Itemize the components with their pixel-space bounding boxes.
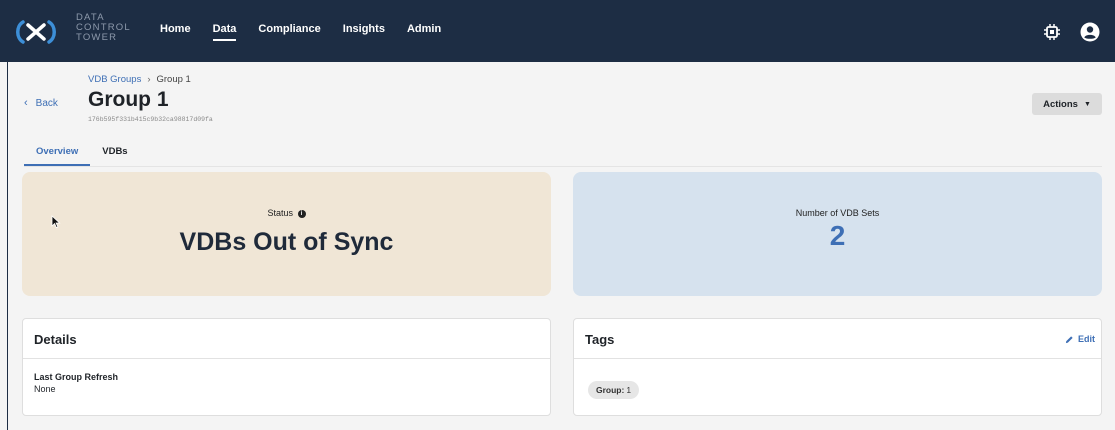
back-label: Back: [35, 97, 58, 109]
tags-header: Tags Edit: [574, 319, 1101, 359]
actions-label: Actions: [1043, 98, 1078, 110]
tags-title: Tags: [585, 332, 615, 347]
nav-item-insights[interactable]: Insights: [343, 23, 385, 41]
edit-label: Edit: [1078, 334, 1095, 344]
info-icon[interactable]: i: [297, 209, 306, 218]
page-title: Group 1: [88, 88, 169, 111]
vdb-sets-card: Number of VDB Sets 2: [573, 172, 1102, 296]
nav-item-data[interactable]: Data: [212, 23, 237, 41]
mouse-pointer-icon: [51, 215, 61, 229]
last-group-refresh-label: Last Group Refresh: [34, 372, 119, 382]
nav-item-admin[interactable]: Admin: [407, 23, 441, 41]
nav-item-compliance[interactable]: Compliance: [258, 23, 320, 41]
breadcrumb-current: Group 1: [156, 74, 191, 85]
tab-divider: [24, 166, 1102, 167]
main-nav: Home Data Compliance Insights Admin: [160, 23, 463, 41]
window-edge-divider: [7, 62, 8, 430]
chevron-left-icon: ‹: [24, 97, 28, 109]
logo-line: TOWER: [76, 32, 118, 43]
tag-chip: Group: 1: [588, 381, 640, 399]
edit-tags-button[interactable]: Edit: [1065, 334, 1095, 344]
data-control-tower-logo-icon[interactable]: [14, 18, 58, 46]
nav-item-home[interactable]: Home: [160, 23, 191, 41]
tag-key: Group:: [596, 385, 625, 395]
details-header: Details: [23, 319, 550, 359]
tab-overview[interactable]: Overview: [24, 146, 91, 166]
tags-panel: Tags Edit Group: 1: [573, 318, 1102, 416]
breadcrumb-separator: ›: [147, 74, 151, 85]
status-label: Status: [267, 208, 293, 218]
actions-dropdown-button[interactable]: Actions ▼: [1032, 93, 1102, 115]
caret-down-icon: ▼: [1083, 100, 1091, 108]
tab-bar: Overview VDBs: [24, 146, 140, 166]
status-card: Status i VDBs Out of Sync: [22, 172, 551, 296]
logo-wordmark: DATA CONTROL TOWER: [76, 13, 131, 43]
user-account-icon[interactable]: [1080, 22, 1100, 42]
breadcrumb: VDB Groups › Group 1: [88, 74, 191, 85]
last-group-refresh-value: None: [34, 384, 56, 394]
status-value: VDBs Out of Sync: [179, 228, 394, 256]
group-id: 176b595f331b415c9b32ca98817d09fa: [88, 116, 213, 123]
details-panel: Details Last Group Refresh None: [22, 318, 551, 416]
breadcrumb-vdb-groups-link[interactable]: VDB Groups: [88, 74, 141, 85]
top-nav-bar: DATA CONTROL TOWER Home Data Compliance …: [0, 0, 1115, 62]
tab-vdbs[interactable]: VDBs: [90, 146, 139, 166]
details-title: Details: [34, 332, 77, 347]
status-label-row: Status i: [22, 208, 551, 218]
pencil-icon: [1065, 335, 1073, 343]
tag-value: 1: [626, 385, 632, 395]
back-button[interactable]: ‹ Back: [24, 97, 58, 109]
chip-icon[interactable]: [1043, 23, 1061, 41]
vdb-sets-label: Number of VDB Sets: [795, 208, 880, 218]
vdb-sets-count: 2: [829, 220, 846, 251]
